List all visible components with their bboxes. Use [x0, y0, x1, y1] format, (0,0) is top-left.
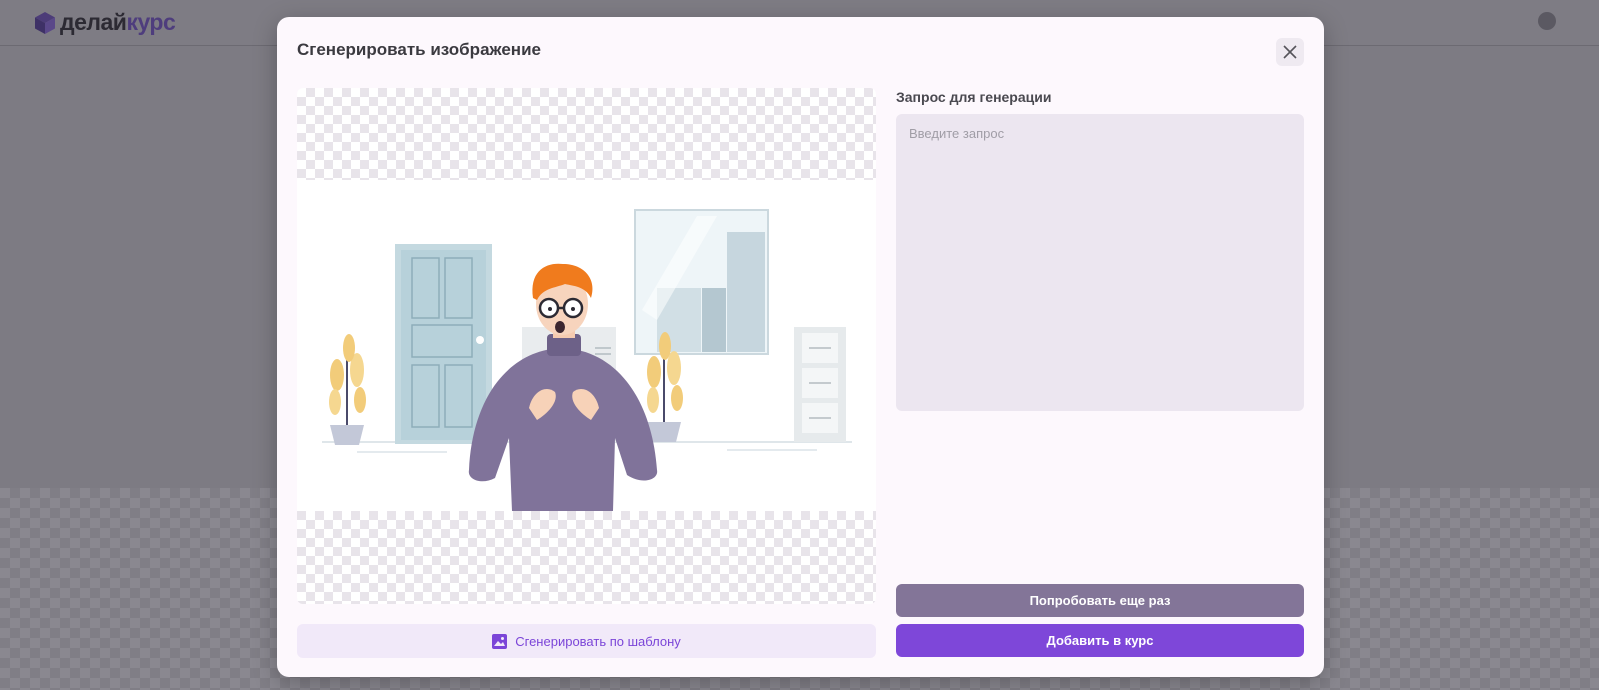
close-button[interactable] — [1276, 38, 1304, 66]
add-to-course-button[interactable]: Добавить в курс — [896, 624, 1304, 657]
image-icon — [492, 633, 508, 649]
prompt-input[interactable] — [896, 114, 1304, 411]
generate-image-modal: Сгенерировать изображение Сгенерировать … — [277, 17, 1324, 677]
modal-title: Сгенерировать изображение — [297, 40, 541, 59]
logo[interactable]: делайкурс — [34, 9, 176, 36]
prompt-label: Запрос для генерации — [896, 89, 1052, 105]
close-icon — [1283, 45, 1297, 59]
image-preview — [297, 88, 876, 604]
profile-icon[interactable] — [1538, 12, 1556, 30]
logo-text: делайкурс — [60, 9, 176, 35]
generate-by-template-label: Сгенерировать по шаблону — [515, 633, 681, 649]
try-again-button[interactable]: Попробовать еще раз — [896, 584, 1304, 617]
cube-logo-icon — [35, 11, 55, 34]
generate-by-template-button[interactable]: Сгенерировать по шаблону — [297, 624, 876, 658]
generated-illustration — [297, 180, 876, 511]
